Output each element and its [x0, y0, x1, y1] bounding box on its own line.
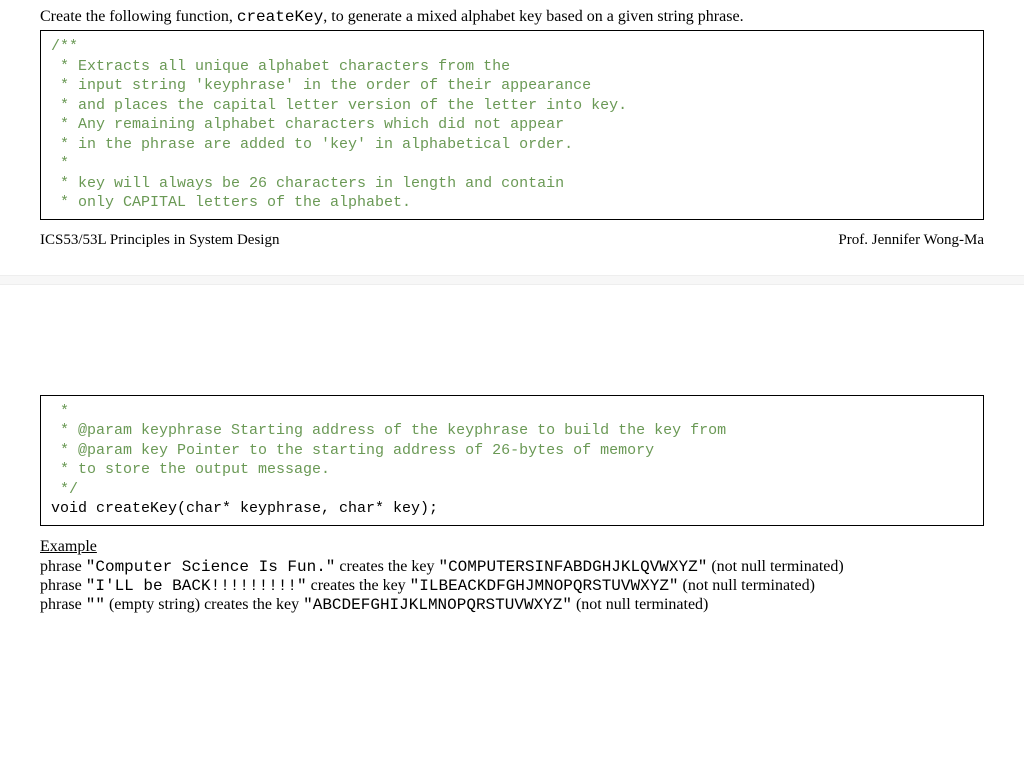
- code1-line: * and places the capital letter version …: [51, 96, 973, 116]
- ex2-key: "ILBEACKDFGHJMNOPQRSTUVWXYZ": [410, 577, 679, 595]
- ex-note: (not null terminated): [679, 577, 815, 594]
- code1-line: * input string 'keyphrase' in the order …: [51, 76, 973, 96]
- ex3-key: "ABCDEFGHIJKLMNOPQRSTUVWXYZ": [303, 596, 572, 614]
- code1-line: * in the phrase are added to 'key' in al…: [51, 135, 973, 155]
- footer-right: Prof. Jennifer Wong-Ma: [838, 232, 984, 249]
- page-footer: ICS53/53L Principles in System Design Pr…: [40, 232, 984, 255]
- example-heading: Example: [40, 538, 984, 556]
- code1-line: * Extracts all unique alphabet character…: [51, 57, 973, 77]
- ex-mid: creates the key: [335, 558, 438, 575]
- footer-left: ICS53/53L Principles in System Design: [40, 232, 279, 249]
- code-box-1: /** * Extracts all unique alphabet chara…: [40, 30, 984, 220]
- page-bottom: * * @param keyphrase Starting address of…: [0, 375, 1024, 635]
- ex1-key: "COMPUTERSINFABDGHJKLQVWXYZ": [438, 558, 707, 576]
- ex-note: (not null terminated): [572, 596, 708, 613]
- code-box-2: * * @param keyphrase Starting address of…: [40, 395, 984, 526]
- intro-paragraph: Create the following function, createKey…: [40, 8, 984, 26]
- code1-line: * only CAPITAL letters of the alphabet.: [51, 193, 973, 213]
- ex1-phrase: "Computer Science Is Fun.": [86, 558, 336, 576]
- example-1: phrase "Computer Science Is Fun." create…: [40, 558, 984, 576]
- page-top: Create the following function, createKey…: [0, 0, 1024, 275]
- code2-line: * @param keyphrase Starting address of t…: [51, 421, 973, 441]
- example-2: phrase "I'LL be BACK!!!!!!!!!" creates t…: [40, 577, 984, 595]
- ex-mid: (empty string) creates the key: [105, 596, 303, 613]
- intro-func-name: createKey: [237, 8, 323, 26]
- code2-line: * @param key Pointer to the starting add…: [51, 441, 973, 461]
- ex3-phrase: "": [86, 596, 105, 614]
- code1-line: * key will always be 26 characters in le…: [51, 174, 973, 194]
- code1-line: /**: [51, 37, 973, 57]
- ex-mid: creates the key: [307, 577, 410, 594]
- ex-prefix: phrase: [40, 558, 86, 575]
- ex-note: (not null terminated): [707, 558, 843, 575]
- code1-line: * Any remaining alphabet characters whic…: [51, 115, 973, 135]
- code2-line: * to store the output message.: [51, 460, 973, 480]
- intro-suffix: , to generate a mixed alphabet key based…: [323, 8, 743, 25]
- example-3: phrase "" (empty string) creates the key…: [40, 596, 984, 614]
- ex-prefix: phrase: [40, 577, 86, 594]
- page-divider: [0, 275, 1024, 285]
- intro-prefix: Create the following function,: [40, 8, 237, 25]
- code2-signature: void createKey(char* keyphrase, char* ke…: [51, 499, 973, 519]
- code1-line: *: [51, 154, 973, 174]
- code2-line: *: [51, 402, 973, 422]
- code2-line: */: [51, 480, 973, 500]
- ex2-phrase: "I'LL be BACK!!!!!!!!!": [86, 577, 307, 595]
- ex-prefix: phrase: [40, 596, 86, 613]
